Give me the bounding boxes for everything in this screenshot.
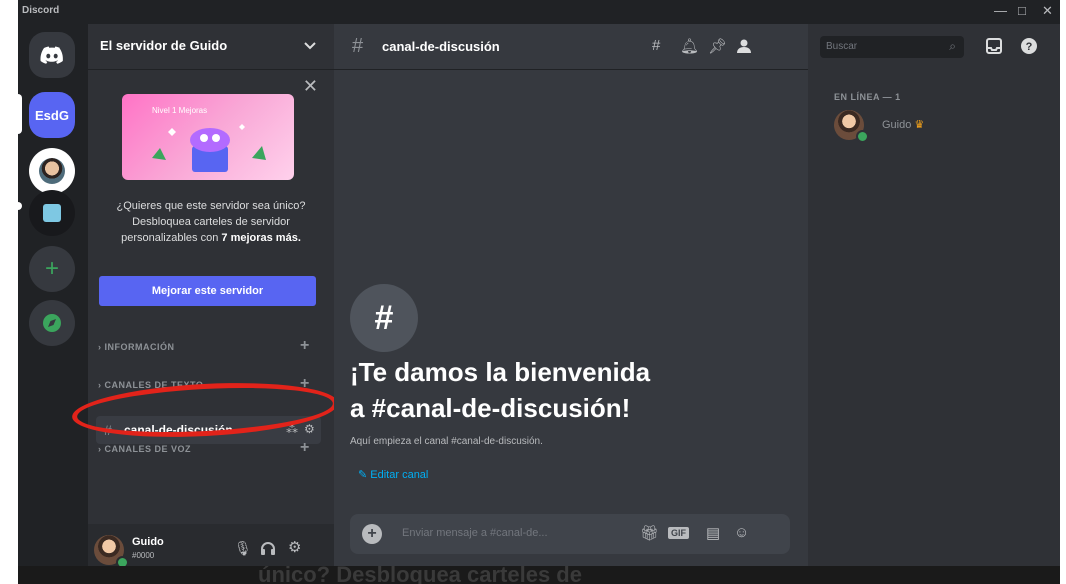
microphone-icon[interactable]: 🎙︎ <box>234 540 252 557</box>
background-strip: único? Desbloquea carteles de <box>18 566 1060 584</box>
app-title: Discord <box>22 5 60 16</box>
plus-icon: + <box>44 255 59 282</box>
search-icon: ⌕ <box>949 39 956 53</box>
welcome-line-2: a #canal-de-discusión! <box>350 393 631 423</box>
add-channel-icon[interactable]: + <box>300 439 310 457</box>
emoji-icon[interactable]: ☺ <box>734 524 749 541</box>
crown-icon: ♛ <box>914 119 925 131</box>
member-online-status-icon <box>856 130 869 143</box>
search-input[interactable]: Buscar ⌕ <box>820 36 964 58</box>
explore-servers-button[interactable] <box>29 300 75 346</box>
minimize-button[interactable]: — <box>994 3 1007 18</box>
welcome-subtitle: Aquí empieza el canal #canal-de-discusió… <box>350 436 543 447</box>
boost-gift-illustration <box>152 124 266 172</box>
channel-hash-icon: # <box>350 284 418 352</box>
profile-avatar <box>39 158 65 184</box>
maximize-button[interactable]: □ <box>1018 3 1026 18</box>
user-name: Guido <box>132 536 164 548</box>
search-placeholder: Buscar <box>826 41 858 52</box>
discord-home-button[interactable] <box>29 32 75 78</box>
notes-server-icon <box>43 204 61 222</box>
promo-text-bold: 7 mejoras más. <box>221 232 301 244</box>
headphones-icon[interactable] <box>260 541 276 555</box>
text-channel-icon: # <box>352 35 364 57</box>
svg-text:?: ? <box>1026 41 1033 53</box>
pin-icon[interactable]: 📌︎ <box>708 37 727 55</box>
compass-icon <box>43 314 61 332</box>
promo-close-icon[interactable]: ✕ <box>303 76 318 97</box>
member-list-icon[interactable] <box>736 39 752 53</box>
server-name: El servidor de Guido <box>100 38 228 53</box>
inbox-icon[interactable] <box>986 38 1002 54</box>
members-online-header: EN LÍNEA — 1 <box>834 92 901 102</box>
boost-server-button[interactable]: Mejorar este servidor <box>99 276 316 306</box>
help-icon[interactable]: ? <box>1020 37 1038 55</box>
active-server-indicator <box>18 94 22 134</box>
user-tag: #0000 <box>132 551 155 560</box>
threads-icon[interactable]: # <box>652 37 660 54</box>
server-header[interactable]: El servidor de Guido <box>88 24 334 70</box>
add-server-button[interactable]: + <box>29 246 75 292</box>
message-composer[interactable]: + Enviar mensaje a #canal-de... 🎁︎ GIF ▤… <box>350 514 790 554</box>
server-icon-profile[interactable] <box>29 148 75 194</box>
server-list: EsdG + <box>18 24 88 584</box>
member-list-panel: Buscar ⌕ ? EN LÍNEA — 1 Guido ♛ <box>808 24 1060 584</box>
chat-area: # canal-de-discusión # 🔔︎ 📌︎ # ¡Te damos… <box>334 24 808 584</box>
channel-header: # canal-de-discusión # 🔔︎ 📌︎ <box>334 24 808 70</box>
background-text: único? Desbloquea carteles de <box>258 566 582 584</box>
edit-channel-link[interactable]: ✎ Editar canal <box>358 468 428 481</box>
member-item-guido[interactable]: Guido ♛ <box>882 118 924 131</box>
gear-icon[interactable]: ⚙ <box>304 422 315 436</box>
boost-promo-text: ¿Quieres que este servidor sea único? De… <box>108 198 314 246</box>
gift-icon[interactable]: 🎁︎ <box>640 524 659 542</box>
edit-channel-label: Editar canal <box>370 469 429 481</box>
channel-sidebar: El servidor de Guido ✕ Nivel 1 Mejoras ¿… <box>88 24 334 584</box>
unread-indicator <box>18 202 22 210</box>
discord-logo-icon <box>40 46 63 64</box>
welcome-line-1: ¡Te damos la bienvenida <box>350 357 651 387</box>
server-icon-esdg[interactable]: EsdG <box>29 92 75 138</box>
user-settings-gear-icon[interactable]: ⚙ <box>288 538 301 556</box>
welcome-heading: ¡Te damos la bienvenida a #canal-de-disc… <box>350 354 790 426</box>
channel-title: canal-de-discusión <box>382 39 500 54</box>
close-window-button[interactable]: ✕ <box>1042 3 1053 19</box>
pencil-icon: ✎ <box>358 469 368 481</box>
boost-promo-image: Nivel 1 Mejoras <box>122 94 294 180</box>
gif-icon[interactable]: GIF <box>668 527 689 539</box>
add-channel-icon[interactable]: + <box>300 337 310 355</box>
category-label: › INFORMACIÓN <box>98 342 175 352</box>
message-input[interactable]: Enviar mensaje a #canal-de... <box>402 527 548 539</box>
title-bar: Discord — □ ✕ <box>18 0 1060 24</box>
add-attachment-icon[interactable]: + <box>362 524 382 544</box>
bell-icon[interactable]: 🔔︎ <box>680 37 699 55</box>
chevron-down-icon <box>304 42 316 50</box>
promo-image-caption: Nivel 1 Mejoras <box>152 106 208 115</box>
category-label: › CANALES DE VOZ <box>98 444 192 454</box>
sticker-icon[interactable]: ▤ <box>706 524 720 542</box>
server-icon-notes[interactable] <box>29 190 75 236</box>
